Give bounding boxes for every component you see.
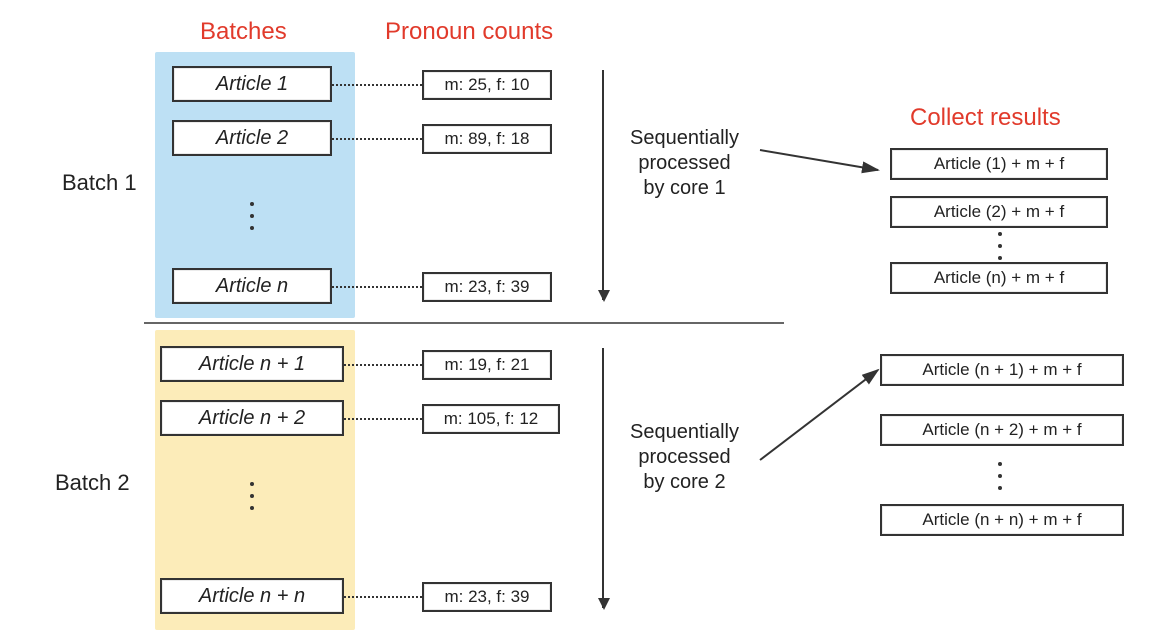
article-box: Article n + n bbox=[160, 578, 344, 614]
heading-batches: Batches bbox=[200, 18, 287, 46]
heading-pronoun-counts: Pronoun counts bbox=[385, 18, 553, 46]
annotation-sequential-2: Sequentially processed by core 2 bbox=[630, 420, 739, 495]
annotation-line: processed bbox=[630, 445, 739, 470]
article-box: Article n + 2 bbox=[160, 400, 344, 436]
result-box: Article (1) + m + f bbox=[890, 148, 1108, 180]
ellipsis-icon bbox=[998, 244, 1002, 248]
article-box: Article 1 bbox=[172, 66, 332, 102]
annotation-line: Sequentially bbox=[630, 126, 739, 151]
annotation-line: processed bbox=[630, 151, 739, 176]
heading-collect-results: Collect results bbox=[910, 104, 1061, 132]
article-box: Article n + 1 bbox=[160, 346, 344, 382]
arrow-right-icon bbox=[760, 140, 890, 200]
annotation-line: by core 2 bbox=[630, 470, 739, 495]
count-box: m: 19, f: 21 bbox=[422, 350, 552, 380]
count-box: m: 89, f: 18 bbox=[422, 124, 552, 154]
count-box: m: 23, f: 39 bbox=[422, 582, 552, 612]
annotation-line: by core 1 bbox=[630, 176, 739, 201]
ellipsis-icon bbox=[250, 494, 254, 498]
divider-line bbox=[144, 322, 784, 324]
annotation-line: Sequentially bbox=[630, 420, 739, 445]
dotted-connector bbox=[344, 596, 422, 598]
arrow-right-icon bbox=[760, 360, 890, 470]
result-box: Article (2) + m + f bbox=[890, 196, 1108, 228]
article-box: Article 2 bbox=[172, 120, 332, 156]
result-box: Article (n + 2) + m + f bbox=[880, 414, 1124, 446]
ellipsis-icon bbox=[998, 474, 1002, 478]
count-box: m: 23, f: 39 bbox=[422, 272, 552, 302]
dotted-connector bbox=[332, 84, 422, 86]
count-box: m: 105, f: 12 bbox=[422, 404, 560, 434]
ellipsis-icon bbox=[250, 214, 254, 218]
dotted-connector bbox=[344, 418, 422, 420]
result-box: Article (n + 1) + m + f bbox=[880, 354, 1124, 386]
annotation-sequential-1: Sequentially processed by core 1 bbox=[630, 126, 739, 201]
dotted-connector bbox=[332, 286, 422, 288]
article-box: Article n bbox=[172, 268, 332, 304]
arrow-down-icon bbox=[602, 70, 604, 300]
result-box: Article (n + n) + m + f bbox=[880, 504, 1124, 536]
dotted-connector bbox=[332, 138, 422, 140]
dotted-connector bbox=[344, 364, 422, 366]
diagram-canvas: Batches Pronoun counts Collect results B… bbox=[0, 0, 1155, 641]
count-box: m: 25, f: 10 bbox=[422, 70, 552, 100]
result-box: Article (n) + m + f bbox=[890, 262, 1108, 294]
label-batch-2: Batch 2 bbox=[55, 470, 130, 496]
arrow-down-icon bbox=[602, 348, 604, 608]
label-batch-1: Batch 1 bbox=[62, 170, 137, 196]
